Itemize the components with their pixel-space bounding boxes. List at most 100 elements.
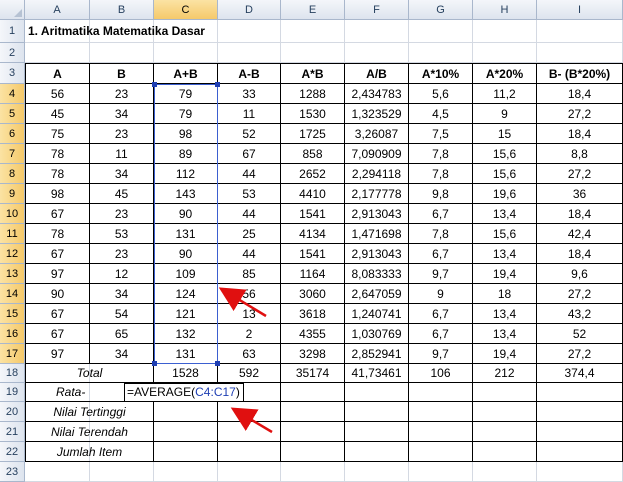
table-header-e[interactable]: A*B [281,63,345,84]
total-cell[interactable]: 35174 [281,364,345,383]
table-cell[interactable]: 63 [218,344,281,364]
table-cell[interactable]: 9,7 [409,264,473,284]
summary-cell[interactable] [154,422,218,442]
table-cell[interactable]: 7,8 [409,224,473,244]
table-cell[interactable]: 45 [25,104,90,124]
row-header-9[interactable]: 9 [0,184,25,204]
table-cell[interactable]: 1,323529 [345,104,409,124]
table-cell[interactable]: 90 [25,284,90,304]
table-cell[interactable]: 8,083333 [345,264,409,284]
range-resize-handle[interactable] [152,82,157,87]
table-cell[interactable]: 1288 [281,84,345,104]
table-header-h[interactable]: A*20% [473,63,537,84]
column-header-c[interactable]: C [154,0,218,20]
formula-edit-cell[interactable]: =AVERAGE(C4:C17) [124,383,244,402]
table-cell[interactable]: 11 [218,104,281,124]
table-cell[interactable]: 858 [281,144,345,164]
table-cell[interactable]: 4355 [281,324,345,344]
table-cell[interactable]: 67 [25,244,90,264]
summary-cell[interactable] [409,442,473,462]
table-cell[interactable]: 1541 [281,204,345,224]
summary-cell[interactable] [154,402,218,422]
table-cell[interactable]: 9 [409,284,473,304]
row-header-11[interactable]: 11 [0,224,25,244]
row-header-15[interactable]: 15 [0,304,25,324]
table-cell[interactable]: 1,471698 [345,224,409,244]
table-cell[interactable]: 44 [218,164,281,184]
table-cell[interactable]: 2,913043 [345,244,409,264]
summary-cell[interactable] [409,383,473,402]
row-header-18[interactable]: 18 [0,364,25,383]
row-header-5[interactable]: 5 [0,104,25,124]
table-cell[interactable]: 2,177778 [345,184,409,204]
summary-cell[interactable] [218,422,281,442]
table-cell[interactable]: 4410 [281,184,345,204]
table-cell[interactable]: 34 [90,164,154,184]
table-cell[interactable]: 4,5 [409,104,473,124]
table-cell[interactable]: 2,852941 [345,344,409,364]
table-cell[interactable]: 23 [90,204,154,224]
grid-cell[interactable] [154,43,218,63]
total-cell[interactable]: 41,73461 [345,364,409,383]
total-cell[interactable]: 592 [218,364,281,383]
table-cell[interactable]: 27,2 [537,344,623,364]
table-cell[interactable]: 9,8 [409,184,473,204]
grid-cell[interactable] [409,462,473,482]
table-cell[interactable]: 19,6 [473,184,537,204]
summary-cell[interactable] [473,442,537,462]
summary-cell[interactable] [409,422,473,442]
table-header-i[interactable]: B- (B*20%) [537,63,623,84]
grid-cell[interactable] [281,462,345,482]
table-cell[interactable]: 36 [537,184,623,204]
table-cell[interactable]: 15,6 [473,164,537,184]
summary-cell[interactable] [473,383,537,402]
table-header-b[interactable]: B [90,63,154,84]
table-cell[interactable]: 34 [90,344,154,364]
grid-cell[interactable] [218,462,281,482]
summary-cell[interactable] [154,442,218,462]
table-cell[interactable]: 9 [473,104,537,124]
table-cell[interactable]: 54 [90,304,154,324]
summary-cell[interactable] [281,383,345,402]
table-cell[interactable]: 9,6 [537,264,623,284]
column-header-d[interactable]: D [218,0,281,20]
table-cell[interactable]: 44 [218,244,281,264]
table-cell[interactable]: 25 [218,224,281,244]
column-header-g[interactable]: G [409,0,473,20]
table-cell[interactable]: 7,8 [409,144,473,164]
table-cell[interactable]: 27,2 [537,104,623,124]
row-header-21[interactable]: 21 [0,422,25,442]
table-cell[interactable]: 7,8 [409,164,473,184]
table-cell[interactable]: 97 [25,264,90,284]
table-cell[interactable]: 13 [218,304,281,324]
summary-cell[interactable] [537,402,623,422]
row-header-20[interactable]: 20 [0,402,25,422]
range-resize-handle[interactable] [215,82,220,87]
table-cell[interactable]: 45 [90,184,154,204]
row-header-19[interactable]: 19 [0,383,25,402]
table-header-a[interactable]: A [25,63,90,84]
summary-cell[interactable] [537,383,623,402]
table-cell[interactable]: 97 [25,344,90,364]
grid-cell[interactable] [409,20,473,43]
table-cell[interactable]: 23 [90,124,154,144]
range-resize-handle[interactable] [215,361,220,366]
table-cell[interactable]: 67 [25,204,90,224]
table-cell[interactable]: 7,5 [409,124,473,144]
row-header-7[interactable]: 7 [0,144,25,164]
table-cell[interactable]: 15,6 [473,224,537,244]
table-cell[interactable]: 2,913043 [345,204,409,224]
table-cell[interactable]: 8,8 [537,144,623,164]
row-header-16[interactable]: 16 [0,324,25,344]
sheet-title[interactable]: 1. Aritmatika Matematika Dasar [25,20,281,43]
grid-cell[interactable] [409,43,473,63]
table-cell[interactable]: 85 [218,264,281,284]
row-header-17[interactable]: 17 [0,344,25,364]
grid-cell[interactable] [154,462,218,482]
table-cell[interactable]: 44 [218,204,281,224]
total-cell[interactable]: 212 [473,364,537,383]
total-cell[interactable]: 1528 [154,364,218,383]
table-cell[interactable]: 1,030769 [345,324,409,344]
spreadsheet-grid[interactable]: A B C D E F G H I 1 2 3 4 5 6 7 8 9 10 11 12 13 14 15 16 17 18 19 20… [0,0,623,482]
summary-cell[interactable] [345,442,409,462]
